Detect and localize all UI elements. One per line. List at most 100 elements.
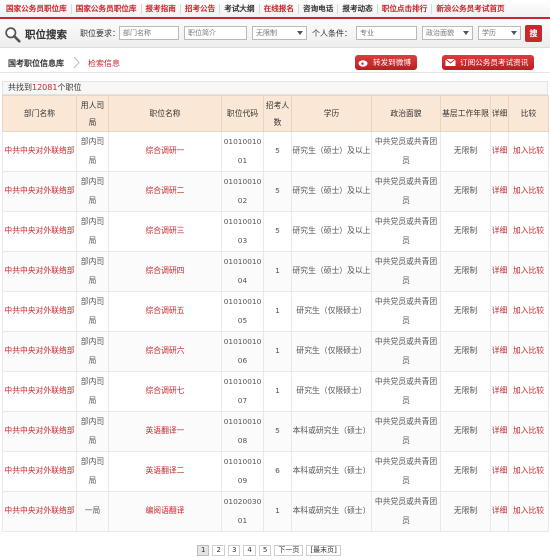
detail-link[interactable]: 详细 [490, 371, 509, 412]
detail-link[interactable]: 详细 [490, 331, 509, 372]
education-select[interactable]: 学历 [478, 26, 521, 40]
job-name-link[interactable]: 综合调研三 [108, 211, 222, 252]
politics-select[interactable]: 政治面貌 [422, 26, 473, 40]
weibo-share-button[interactable]: 转发到微博 [355, 55, 417, 70]
limit-select[interactable]: 无限制 [252, 26, 307, 40]
cell-code: 0101001008 [221, 411, 264, 452]
job-name-link[interactable]: 英语翻译二 [108, 451, 222, 492]
cell-bureau: 部内司局 [76, 371, 109, 412]
detail-link[interactable]: 详细 [490, 291, 509, 332]
detail-link[interactable]: 详细 [490, 171, 509, 212]
cell-politics: 中共党员或共青团员 [371, 131, 441, 172]
cell-dept: 中共中央对外联络部 [2, 291, 77, 332]
cell-years: 无限制 [440, 171, 491, 212]
col-header-dept: 部门名称 [2, 95, 77, 132]
nav-item-job-library-2[interactable]: 国家公务员职位库 [72, 3, 142, 14]
cell-bureau: 部内司局 [76, 451, 109, 492]
add-compare-link[interactable]: 加入比较 [508, 331, 549, 372]
job-name-link[interactable]: 综合调研六 [108, 331, 222, 372]
add-compare-link[interactable]: 加入比较 [508, 491, 549, 532]
job-name-link[interactable]: 综合调研二 [108, 171, 222, 212]
table-row: 中共中央对外联络部 部内司局 英语翻译一 0101001008 5 本科或研究生（硕士）中… [2, 411, 549, 452]
job-name-link[interactable]: 综合调研四 [108, 251, 222, 292]
add-compare-link[interactable]: 加入比较 [508, 131, 549, 172]
add-compare-link[interactable]: 加入比较 [508, 291, 549, 332]
detail-link[interactable]: 详细 [490, 451, 509, 492]
cell-bureau: 部内司局 [76, 131, 109, 172]
cell-count: 5 [263, 411, 292, 452]
search-button[interactable]: 搜 [525, 25, 542, 42]
nav-item-ranking[interactable]: 职位点击排行 [378, 3, 433, 14]
cell-bureau: 部内司局 [76, 211, 109, 252]
cell-count: 5 [263, 171, 292, 212]
last-page-button[interactable]: [最末页] [306, 545, 341, 556]
add-compare-link[interactable]: 加入比较 [508, 171, 549, 212]
breadcrumb-home[interactable]: 国考职位信息库 [8, 58, 64, 69]
job-name-link[interactable]: 英语翻译一 [108, 411, 222, 452]
cell-code: 0101001006 [221, 331, 264, 372]
cell-bureau: 部内司局 [76, 411, 109, 452]
add-compare-link[interactable]: 加入比较 [508, 211, 549, 252]
table-row: 中共中央对外联络部 部内司局 综合调研五 0101001005 1 研究生（仅限硕士） 中共… [2, 291, 549, 332]
major-input[interactable]: 专业 [356, 26, 417, 40]
cell-education: 研究生（硕士）及以上 [291, 131, 372, 172]
nav-item-announcement[interactable]: 招考公告 [181, 3, 221, 14]
detail-link[interactable]: 详细 [490, 251, 509, 292]
detail-link[interactable]: 详细 [490, 411, 509, 452]
magnifier-icon [5, 27, 21, 43]
detail-link[interactable]: 详细 [490, 131, 509, 172]
detail-link[interactable]: 详细 [490, 491, 509, 532]
nav-item-guide[interactable]: 报考指南 [142, 3, 181, 14]
nav-item-online-register[interactable]: 在线报名 [260, 3, 299, 14]
subscribe-button[interactable]: 订阅公务员考试资讯 [442, 55, 535, 70]
table-row: 中共中央对外联络部 一局 编阅语翻译 0102003001 1 本科或研究生（硕士） 中共党… [2, 491, 549, 532]
result-count-suffix: 个职位 [57, 83, 82, 92]
page-1-button[interactable]: 1 [197, 545, 210, 556]
cell-code: 0101001005 [221, 291, 264, 332]
cell-bureau: 部内司局 [76, 331, 109, 372]
nav-item-news[interactable]: 报考动态 [338, 3, 378, 14]
add-compare-link[interactable]: 加入比较 [508, 371, 549, 412]
cell-politics: 中共党员或共青团员 [371, 451, 441, 492]
col-header-education: 学历 [291, 95, 372, 132]
cell-years: 无限制 [440, 251, 491, 292]
page-3-button[interactable]: 3 [227, 545, 241, 556]
add-compare-link[interactable]: 加入比较 [508, 251, 549, 292]
nav-item-home[interactable]: 新浪公务员考试首页 [432, 4, 508, 14]
search-brand: 职位搜索 [4, 26, 67, 43]
cell-count: 1 [263, 291, 292, 332]
job-name-link[interactable]: 综合调研一 [108, 131, 222, 172]
job-intro-input[interactable]: 职位简介 [184, 26, 247, 40]
next-page-button[interactable]: 下一页 [274, 545, 304, 556]
add-compare-link[interactable]: 加入比较 [508, 411, 549, 452]
cell-code: 0102003001 [221, 491, 264, 532]
cell-code: 0101001003 [221, 211, 264, 252]
cell-count: 5 [263, 131, 292, 172]
col-header-compare: 比较 [508, 95, 549, 132]
detail-link[interactable]: 详细 [490, 211, 509, 252]
cell-politics: 中共党员或共青团员 [371, 491, 441, 532]
col-header-politics: 政治面貌 [371, 95, 441, 132]
nav-item-phone[interactable]: 咨询电话 [299, 3, 339, 14]
nav-item-job-library[interactable]: 国家公务员职位库 [2, 3, 72, 14]
breadcrumb-current: 检索信息 [88, 59, 120, 68]
cell-education: 本科或研究生（硕士） [291, 491, 372, 532]
job-name-link[interactable]: 编阅语翻译 [108, 491, 222, 532]
nav-item-syllabus[interactable]: 考试大纲 [220, 3, 260, 14]
personal-cond-label: 个人条件： [312, 29, 352, 38]
job-name-link[interactable]: 综合调研五 [108, 291, 222, 332]
dept-name-input[interactable]: 部门名称 [119, 26, 179, 40]
page-4-button[interactable]: 4 [243, 545, 256, 556]
cell-years: 无限制 [440, 411, 491, 452]
cell-dept: 中共中央对外联络部 [2, 251, 77, 292]
breadcrumb: 国考职位信息库 检索信息 转发到微博 订阅公务员考试资讯 [0, 54, 550, 73]
cell-count: 1 [263, 251, 292, 292]
cell-dept: 中共中央对外联络部 [2, 171, 77, 212]
col-header-bureau: 用人司局 [76, 95, 109, 132]
job-name-link[interactable]: 综合调研七 [108, 371, 222, 412]
cell-dept: 中共中央对外联络部 [2, 491, 77, 532]
add-compare-link[interactable]: 加入比较 [508, 451, 549, 492]
page-2-button[interactable]: 2 [212, 545, 225, 556]
page-5-button[interactable]: 5 [258, 545, 272, 556]
cell-years: 无限制 [440, 211, 491, 252]
